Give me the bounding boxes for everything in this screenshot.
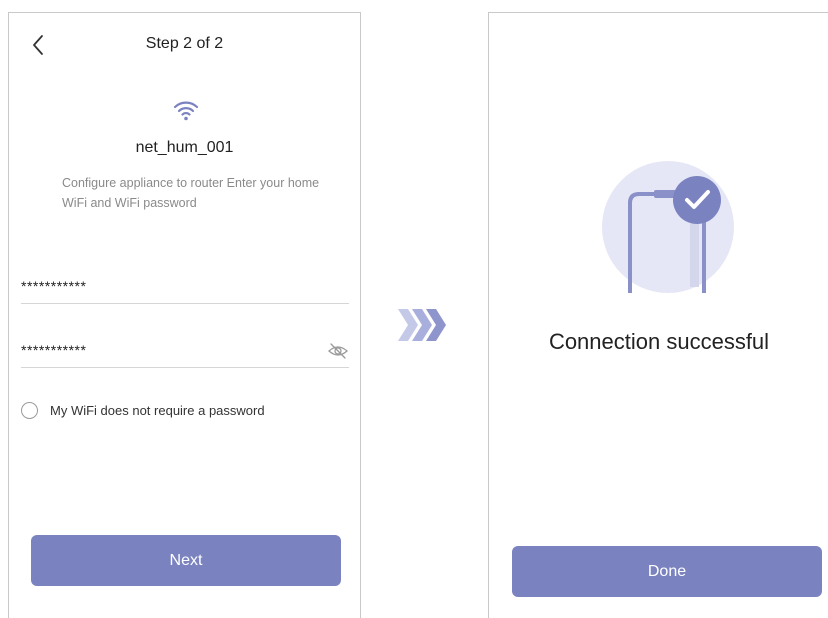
eye-slash-icon[interactable]: [327, 340, 349, 362]
phone-check-icon: [602, 161, 734, 293]
wifi-password-field[interactable]: [21, 335, 349, 368]
page-title: Step 2 of 2: [145, 35, 224, 52]
triple-chevron-right-icon: [396, 306, 452, 344]
setup-description: Configure appliance to router Enter your…: [62, 176, 320, 210]
connection-status-message: Connection successful: [548, 329, 770, 354]
wifi-name-input[interactable]: [21, 271, 321, 301]
no-password-radio[interactable]: [21, 401, 38, 419]
done-button[interactable]: Done: [512, 546, 822, 597]
connection-result-screen: Connection successful Done: [488, 12, 828, 618]
network-name: net_hum_001: [135, 139, 234, 156]
wifi-setup-screen: Step 2 of 2 net_hum_001 Configure applia…: [8, 12, 361, 618]
wifi-icon: [172, 99, 200, 121]
wifi-name-field[interactable]: [21, 271, 349, 304]
no-password-label: My WiFi does not require a password: [50, 402, 265, 418]
next-button[interactable]: Next: [31, 535, 341, 586]
wifi-password-input[interactable]: [21, 335, 321, 365]
no-password-option[interactable]: My WiFi does not require a password: [21, 399, 265, 421]
